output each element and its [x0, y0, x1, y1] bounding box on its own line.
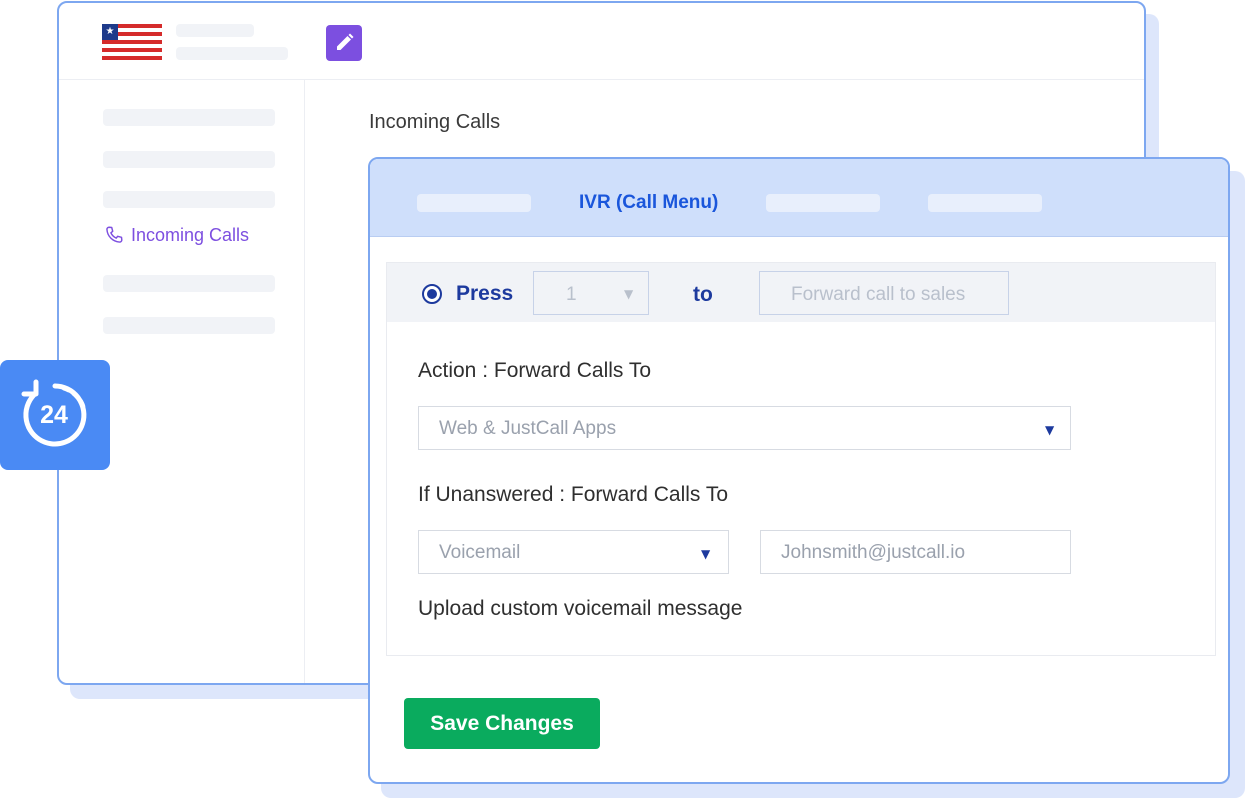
press-label: Press [456, 282, 514, 305]
action-select-value: Web & JustCall Apps [439, 418, 617, 439]
sidebar-item-label: Incoming Calls [131, 224, 250, 245]
tab-placeholder[interactable] [928, 194, 1042, 212]
sidebar-item-placeholder[interactable] [103, 191, 275, 208]
sidebar-item-incoming-calls[interactable]: Incoming Calls [103, 224, 249, 246]
email-placeholder: Johnsmith@justcall.io [781, 542, 966, 563]
back-window-header: ★ [59, 3, 1144, 80]
us-flag-icon: ★ [102, 24, 162, 60]
chevron-down-icon: ▼ [624, 287, 634, 301]
pencil-icon [337, 33, 354, 50]
save-button[interactable]: Save Changes [404, 698, 600, 749]
press-row: Press 1 ▼ to Forward call to sales [387, 263, 1215, 322]
key-select-value: 1 [566, 284, 577, 305]
sidebar-item-placeholder[interactable] [103, 109, 275, 126]
header-title-placeholder [176, 24, 254, 37]
header-subtitle-placeholder [176, 47, 288, 60]
to-label: to [693, 283, 713, 306]
24-hour-support-badge: 24 [0, 360, 110, 470]
unanswered-select-value: Voicemail [439, 542, 521, 563]
ivr-option-card: Press 1 ▼ to Forward call to sales Actio… [386, 262, 1216, 656]
unanswered-label: If Unanswered : Forward Calls To [418, 483, 729, 506]
tab-placeholder[interactable] [417, 194, 531, 212]
action-label: Action : Forward Calls To [418, 359, 652, 382]
section-title: Incoming Calls [369, 111, 501, 133]
key-select[interactable]: 1 ▼ [533, 271, 649, 315]
24-hour-support-icon: 24 [21, 379, 87, 447]
action-select[interactable]: Web & JustCall Apps ▼ [418, 406, 1071, 450]
chevron-down-icon: ▼ [1045, 423, 1055, 437]
destination-input[interactable]: Forward call to sales [759, 271, 1009, 315]
ivr-window: IVR (Call Menu) Press 1 ▼ to Forward cal… [368, 157, 1230, 784]
upload-voicemail-link[interactable]: Upload custom voicemail message [418, 597, 742, 621]
sidebar-item-placeholder[interactable] [103, 275, 275, 292]
sidebar-item-placeholder[interactable] [103, 317, 275, 334]
badge-label: 24 [40, 401, 68, 429]
tab-bar: IVR (Call Menu) [370, 159, 1228, 237]
chevron-down-icon: ▼ [701, 547, 711, 561]
email-field[interactable]: Johnsmith@justcall.io [760, 530, 1071, 574]
phone-icon [106, 226, 123, 243]
option-radio[interactable] [422, 284, 442, 304]
sidebar-item-placeholder[interactable] [103, 151, 275, 168]
edit-button[interactable] [326, 25, 362, 61]
unanswered-select[interactable]: Voicemail ▼ [418, 530, 729, 574]
tab-ivr-call-menu[interactable]: IVR (Call Menu) [579, 192, 718, 214]
tab-placeholder[interactable] [766, 194, 880, 212]
